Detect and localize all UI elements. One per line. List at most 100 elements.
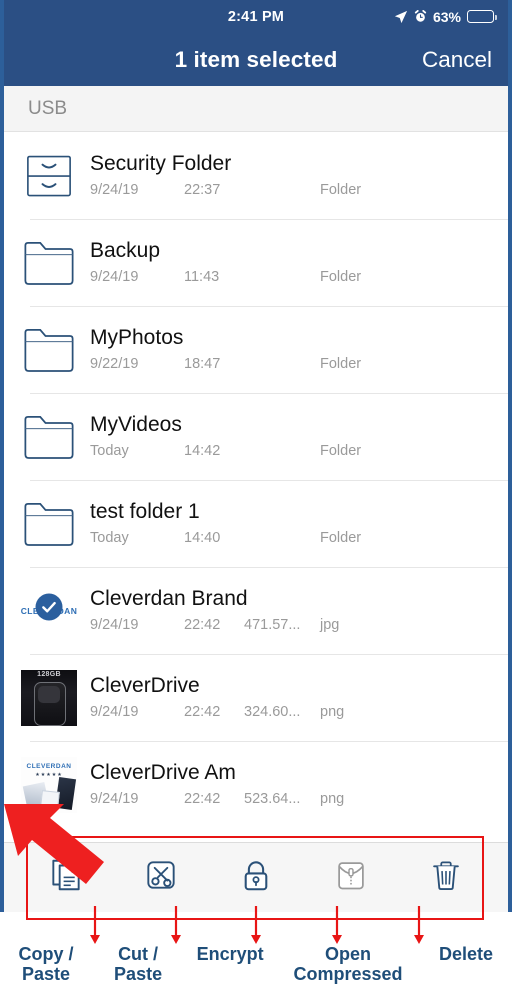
file-time: 22:42 <box>184 704 221 721</box>
file-type: png <box>320 791 345 808</box>
file-type: jpg <box>320 617 340 634</box>
file-size: 471.57... <box>244 617 301 634</box>
selected-checkmark-icon <box>35 593 63 621</box>
zip-folder-icon <box>332 856 370 899</box>
file-list: Security Folder 9/24/19 22:37 Folder Backup 9… <box>4 132 508 828</box>
action-toolbar <box>4 842 508 912</box>
file-icon <box>18 319 80 381</box>
annotation-label: Cut / Paste <box>92 944 184 984</box>
file-time: 18:47 <box>184 356 221 373</box>
page-title: 1 item selected <box>174 46 338 72</box>
file-row[interactable]: MyVideos Today 14:42 Folder <box>4 393 508 480</box>
file-date: 9/24/19 <box>90 182 139 199</box>
file-cabinet-icon <box>27 155 71 196</box>
thumbnail-brand-text: CLEVERDAN <box>26 762 72 770</box>
file-name: CleverDrive <box>90 674 200 698</box>
annotation-label: Copy / Paste <box>0 944 92 984</box>
copy-icon <box>47 856 85 899</box>
file-type: Folder <box>320 356 362 373</box>
file-icon <box>18 493 80 555</box>
file-row[interactable]: CLEVERDAN Cleverdan Brand 9/24/19 22:42 471.… <box>4 567 508 654</box>
file-icon <box>18 145 80 207</box>
folder-icon <box>24 241 74 285</box>
file-name: MyPhotos <box>90 326 184 350</box>
file-date: Today <box>90 443 129 460</box>
annotation-label-line1: Delete <box>438 944 493 964</box>
file-info: CleverDrive Am 9/24/19 22:42 523.64... png <box>90 762 494 807</box>
annotation-label-line2: Paste <box>114 964 163 985</box>
file-icon <box>18 232 80 294</box>
file-icon <box>18 406 80 468</box>
file-time: 22:42 <box>184 791 221 808</box>
status-bar: 2:41 PM 63% <box>4 0 508 33</box>
file-meta: 9/24/19 22:37 Folder <box>90 183 494 198</box>
delete-button[interactable] <box>420 852 472 904</box>
scissors-icon <box>142 856 180 899</box>
folder-icon <box>24 502 74 546</box>
battery-icon <box>467 10 497 23</box>
file-info: MyVideos Today 14:42 Folder <box>90 414 494 459</box>
cut-paste-button[interactable] <box>135 852 187 904</box>
breadcrumb-label: USB <box>28 97 68 119</box>
annotation-label-line1: Open <box>325 944 372 964</box>
file-date: 9/24/19 <box>90 704 139 721</box>
annotation-label-line1: Copy / <box>18 944 74 964</box>
file-date: Today <box>90 530 129 547</box>
file-name: Security Folder <box>90 152 232 176</box>
file-type: png <box>320 704 345 721</box>
file-date: 9/24/19 <box>90 791 139 808</box>
status-time: 2:41 PM <box>227 8 285 25</box>
file-info: MyPhotos 9/22/19 18:47 Folder <box>90 327 494 372</box>
file-info: test folder 1 Today 14:40 Folder <box>90 501 494 546</box>
file-meta: 9/24/19 22:42 523.64... png <box>90 792 494 807</box>
cancel-button[interactable]: Cancel <box>422 47 492 73</box>
open-compressed-button[interactable] <box>325 852 377 904</box>
file-meta: 9/24/19 22:42 471.57... jpg <box>90 618 494 633</box>
file-meta: 9/24/19 11:43 Folder <box>90 270 494 285</box>
encrypt-button[interactable] <box>230 852 282 904</box>
file-time: 22:37 <box>184 182 221 199</box>
breadcrumb[interactable]: USB <box>4 86 508 132</box>
folder-icon <box>24 415 74 459</box>
file-date: 9/24/19 <box>90 617 139 634</box>
file-time: 11:43 <box>184 269 220 286</box>
file-row[interactable]: Backup 9/24/19 11:43 Folder <box>4 219 508 306</box>
file-icon: 128GB <box>18 667 80 729</box>
file-type: Folder <box>320 530 362 547</box>
file-row[interactable]: 128GB CleverDrive 9/24/19 22:42 324.60... png <box>4 654 508 741</box>
file-icon: CLEVERDAN ★★★★★ <box>18 754 80 816</box>
file-name: MyVideos <box>90 413 182 437</box>
file-meta: 9/24/19 22:42 324.60... png <box>90 705 494 720</box>
file-info: Security Folder 9/24/19 22:37 Folder <box>90 153 494 198</box>
file-info: Cleverdan Brand 9/24/19 22:42 471.57... jpg <box>90 588 494 633</box>
annotation-label: Delete <box>420 944 512 964</box>
file-name: Cleverdan Brand <box>90 587 248 611</box>
file-row[interactable]: MyPhotos 9/22/19 18:47 Folder <box>4 306 508 393</box>
file-name: test folder 1 <box>90 500 200 524</box>
trash-icon <box>427 856 465 899</box>
location-arrow-icon <box>394 10 408 24</box>
file-date: 9/22/19 <box>90 356 139 373</box>
phone-frame: 2:41 PM 63% 1 item selected Cancel USB S… <box>0 0 512 912</box>
file-row[interactable]: test folder 1 Today 14:40 Folder <box>4 480 508 567</box>
image-thumbnail-usb-drive: 128GB <box>21 669 77 726</box>
file-date: 9/24/19 <box>90 269 139 286</box>
navigation-bar: 1 item selected Cancel <box>4 33 508 86</box>
file-row[interactable]: Security Folder 9/24/19 22:37 Folder <box>4 132 508 219</box>
annotation-label: Open Compressed <box>276 944 420 984</box>
alarm-clock-icon <box>414 10 427 23</box>
annotation-label-line1: Encrypt <box>196 944 264 964</box>
file-size: 523.64... <box>244 791 301 808</box>
annotation-label-line1: Cut / <box>118 944 159 964</box>
file-meta: 9/22/19 18:47 Folder <box>90 357 494 372</box>
copy-paste-button[interactable] <box>40 852 92 904</box>
file-info: CleverDrive 9/24/19 22:42 324.60... png <box>90 675 494 720</box>
annotation-label: Encrypt <box>184 944 276 964</box>
file-info: Backup 9/24/19 11:43 Folder <box>90 240 494 285</box>
status-indicators: 63% <box>394 0 497 33</box>
file-time: 22:42 <box>184 617 221 634</box>
file-type: Folder <box>320 443 362 460</box>
file-row[interactable]: CLEVERDAN ★★★★★ CleverDrive Am 9/24/19 22:42… <box>4 741 508 828</box>
file-name: Backup <box>90 239 161 263</box>
lock-icon <box>237 856 275 899</box>
